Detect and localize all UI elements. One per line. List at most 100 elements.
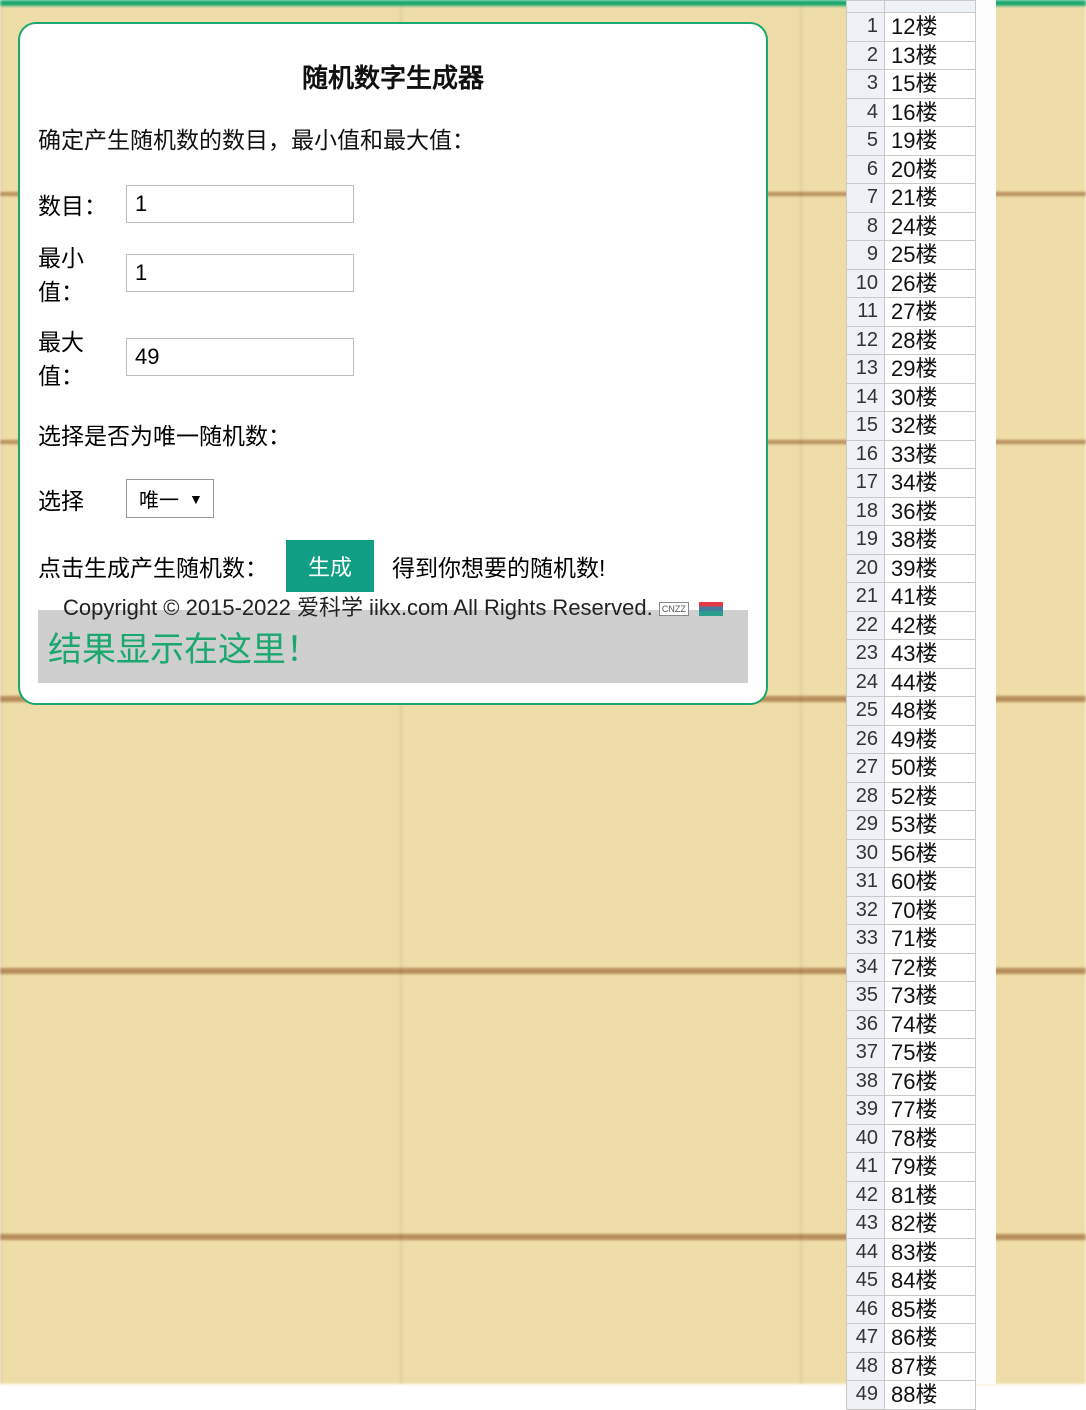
- row-number[interactable]: 41: [847, 1153, 885, 1182]
- cell[interactable]: 50楼: [885, 754, 976, 783]
- cell[interactable]: 74楼: [885, 1010, 976, 1039]
- generate-button[interactable]: 生成: [286, 540, 374, 592]
- cell[interactable]: 88楼: [885, 1381, 976, 1410]
- cell[interactable]: 71楼: [885, 925, 976, 954]
- row-number[interactable]: 43: [847, 1210, 885, 1239]
- cell[interactable]: 82楼: [885, 1210, 976, 1239]
- row-number[interactable]: 8: [847, 212, 885, 241]
- cell[interactable]: 26楼: [885, 269, 976, 298]
- cell[interactable]: 12楼: [885, 13, 976, 42]
- cell[interactable]: 24楼: [885, 212, 976, 241]
- row-number[interactable]: 6: [847, 155, 885, 184]
- row-number[interactable]: 7: [847, 184, 885, 213]
- cell[interactable]: 19楼: [885, 127, 976, 156]
- row-number[interactable]: 49: [847, 1381, 885, 1410]
- cell[interactable]: 83楼: [885, 1238, 976, 1267]
- cell[interactable]: 13楼: [885, 41, 976, 70]
- sheet-col-a[interactable]: [885, 1, 976, 13]
- row-number[interactable]: 29: [847, 811, 885, 840]
- cell[interactable]: 16楼: [885, 98, 976, 127]
- cell[interactable]: 73楼: [885, 982, 976, 1011]
- cell[interactable]: 27楼: [885, 298, 976, 327]
- cell[interactable]: 86楼: [885, 1324, 976, 1353]
- cell[interactable]: 72楼: [885, 953, 976, 982]
- row-number[interactable]: 26: [847, 725, 885, 754]
- row-number[interactable]: 36: [847, 1010, 885, 1039]
- cell[interactable]: 79楼: [885, 1153, 976, 1182]
- row-number[interactable]: 3: [847, 70, 885, 99]
- cell[interactable]: 28楼: [885, 326, 976, 355]
- cell[interactable]: 44楼: [885, 668, 976, 697]
- row-number[interactable]: 19: [847, 526, 885, 555]
- row-number[interactable]: 23: [847, 640, 885, 669]
- row-number[interactable]: 34: [847, 953, 885, 982]
- cell[interactable]: 77楼: [885, 1096, 976, 1125]
- row-number[interactable]: 9: [847, 241, 885, 270]
- flag-icon[interactable]: [699, 602, 723, 616]
- min-input[interactable]: [126, 254, 354, 292]
- row-number[interactable]: 5: [847, 127, 885, 156]
- analytics-badge[interactable]: CNZZ: [659, 602, 689, 616]
- row-number[interactable]: 24: [847, 668, 885, 697]
- cell[interactable]: 87楼: [885, 1352, 976, 1381]
- row-number[interactable]: 32: [847, 896, 885, 925]
- cell[interactable]: 36楼: [885, 497, 976, 526]
- row-number[interactable]: 14: [847, 383, 885, 412]
- row-number[interactable]: 48: [847, 1352, 885, 1381]
- max-input[interactable]: [126, 338, 354, 376]
- cell[interactable]: 21楼: [885, 184, 976, 213]
- row-number[interactable]: 10: [847, 269, 885, 298]
- row-number[interactable]: 18: [847, 497, 885, 526]
- cell[interactable]: 56楼: [885, 839, 976, 868]
- row-number[interactable]: 42: [847, 1181, 885, 1210]
- sheet-corner[interactable]: [847, 1, 885, 13]
- cell[interactable]: 25楼: [885, 241, 976, 270]
- cell[interactable]: 48楼: [885, 697, 976, 726]
- row-number[interactable]: 37: [847, 1039, 885, 1068]
- cell[interactable]: 20楼: [885, 155, 976, 184]
- cell[interactable]: 85楼: [885, 1295, 976, 1324]
- row-number[interactable]: 17: [847, 469, 885, 498]
- row-number[interactable]: 16: [847, 440, 885, 469]
- row-number[interactable]: 44: [847, 1238, 885, 1267]
- cell[interactable]: 30楼: [885, 383, 976, 412]
- cell[interactable]: 33楼: [885, 440, 976, 469]
- count-input[interactable]: [126, 185, 354, 223]
- row-number[interactable]: 11: [847, 298, 885, 327]
- cell[interactable]: 70楼: [885, 896, 976, 925]
- row-number[interactable]: 39: [847, 1096, 885, 1125]
- row-number[interactable]: 12: [847, 326, 885, 355]
- row-number[interactable]: 25: [847, 697, 885, 726]
- row-number[interactable]: 46: [847, 1295, 885, 1324]
- row-number[interactable]: 45: [847, 1267, 885, 1296]
- row-number[interactable]: 35: [847, 982, 885, 1011]
- sheet-next-column[interactable]: [974, 0, 996, 1384]
- row-number[interactable]: 30: [847, 839, 885, 868]
- row-number[interactable]: 20: [847, 554, 885, 583]
- cell[interactable]: 41楼: [885, 583, 976, 612]
- cell[interactable]: 52楼: [885, 782, 976, 811]
- row-number[interactable]: 22: [847, 611, 885, 640]
- cell[interactable]: 60楼: [885, 868, 976, 897]
- cell[interactable]: 43楼: [885, 640, 976, 669]
- cell[interactable]: 32楼: [885, 412, 976, 441]
- row-number[interactable]: 33: [847, 925, 885, 954]
- cell[interactable]: 34楼: [885, 469, 976, 498]
- row-number[interactable]: 47: [847, 1324, 885, 1353]
- cell[interactable]: 81楼: [885, 1181, 976, 1210]
- cell[interactable]: 39楼: [885, 554, 976, 583]
- cell[interactable]: 49楼: [885, 725, 976, 754]
- row-number[interactable]: 15: [847, 412, 885, 441]
- row-number[interactable]: 2: [847, 41, 885, 70]
- cell[interactable]: 84楼: [885, 1267, 976, 1296]
- cell[interactable]: 29楼: [885, 355, 976, 384]
- row-number[interactable]: 1: [847, 13, 885, 42]
- cell[interactable]: 15楼: [885, 70, 976, 99]
- cell[interactable]: 38楼: [885, 526, 976, 555]
- row-number[interactable]: 21: [847, 583, 885, 612]
- row-number[interactable]: 40: [847, 1124, 885, 1153]
- cell[interactable]: 42楼: [885, 611, 976, 640]
- unique-select[interactable]: 唯一 ▼: [126, 479, 214, 518]
- cell[interactable]: 76楼: [885, 1067, 976, 1096]
- row-number[interactable]: 28: [847, 782, 885, 811]
